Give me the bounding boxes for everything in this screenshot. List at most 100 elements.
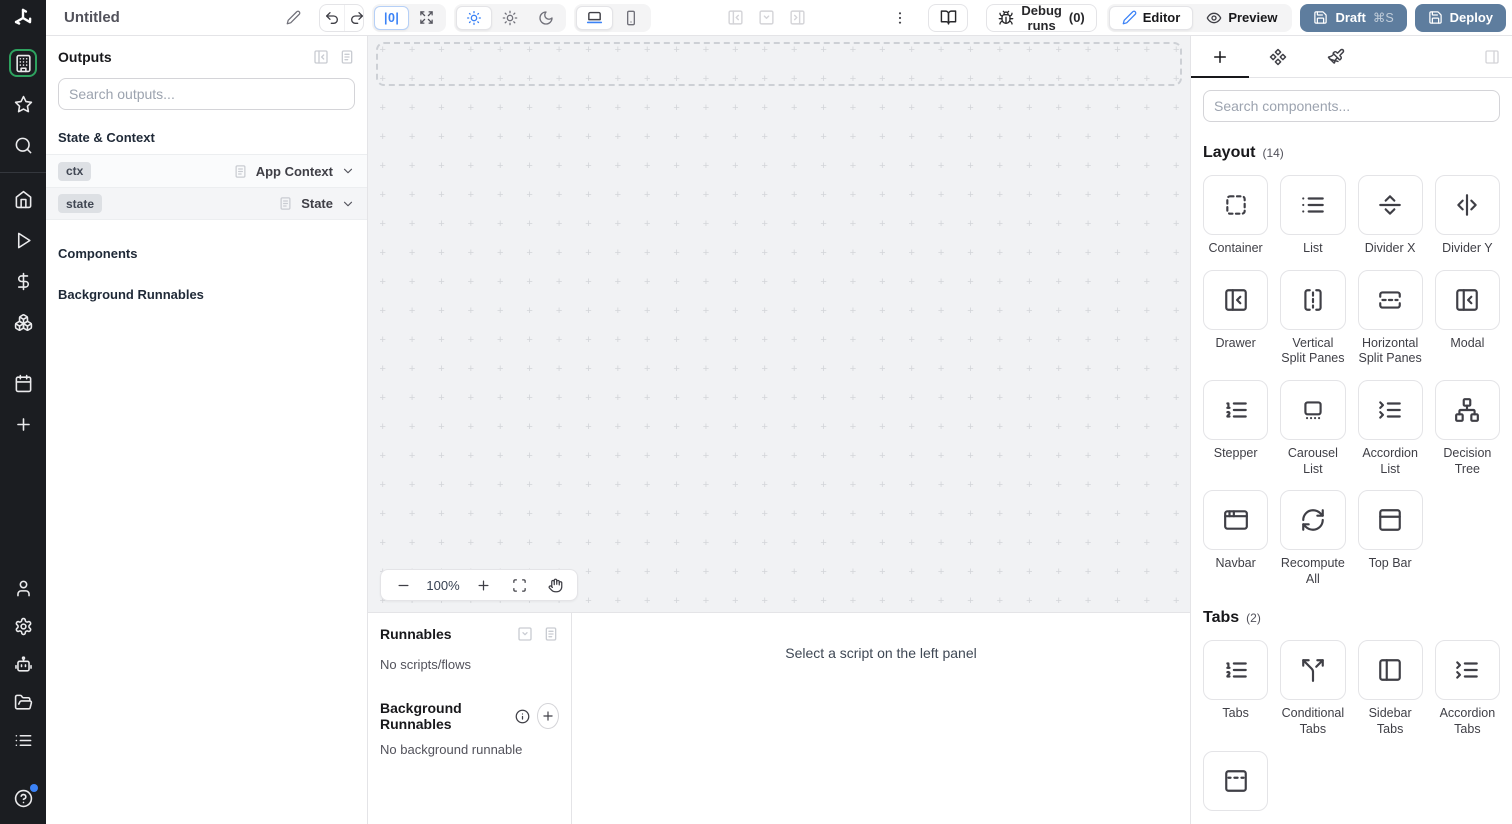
component-card-divider-x[interactable] — [1357, 175, 1423, 235]
theme-light-button[interactable] — [492, 6, 528, 30]
rail-search-button[interactable] — [9, 131, 37, 159]
preview-tab[interactable]: Preview — [1193, 6, 1290, 30]
component-item-navbar: Navbar — [1203, 490, 1269, 572]
editor-preview-group: Editor Preview — [1106, 3, 1293, 32]
app-canvas[interactable]: + + + + + + + + + + + + + + + + + + + + + + + + + + + + + + + + + + + + + + + +… — [368, 36, 1190, 613]
zoom-out-button[interactable] — [385, 574, 421, 597]
rail-account-button[interactable] — [9, 574, 37, 602]
undo-button[interactable] — [320, 5, 344, 31]
components-search-input[interactable] — [1214, 98, 1489, 114]
component-label: Vertical Split Panes — [1281, 335, 1345, 366]
theme-group — [454, 3, 567, 32]
calendar-icon — [14, 374, 33, 393]
component-card-drawer[interactable] — [1203, 269, 1269, 330]
rail-apps-button[interactable] — [9, 49, 37, 77]
tab-styling[interactable] — [1307, 36, 1365, 78]
component-card-accordion-list[interactable] — [1357, 379, 1423, 440]
toggle-bottom-panel-icon[interactable] — [758, 9, 775, 26]
component-label: Navbar — [1215, 556, 1256, 571]
component-item-vertical-split-panes: Vertical Split Panes — [1280, 269, 1346, 367]
help-circle-icon — [14, 789, 33, 808]
component-card-tabs[interactable] — [1203, 640, 1269, 701]
zoom-in-button[interactable] — [465, 574, 501, 597]
desktop-view-button[interactable] — [576, 5, 614, 30]
debug-runs-button[interactable]: Debug runs (0) — [986, 2, 1097, 33]
component-card-navbar[interactable] — [1203, 490, 1269, 551]
docs-button[interactable] — [928, 3, 969, 32]
outputs-search-input[interactable] — [69, 86, 344, 102]
rail-help-button[interactable] — [9, 784, 38, 812]
runnables-doc-icon[interactable] — [543, 626, 559, 642]
component-card-container[interactable] — [1203, 175, 1269, 235]
save-draft-icon — [1313, 10, 1328, 25]
collapse-outputs-icon[interactable] — [313, 49, 329, 65]
mobile-view-button[interactable] — [613, 6, 649, 30]
ctx-chevron-icon[interactable] — [341, 164, 355, 178]
tab-insert[interactable] — [1191, 36, 1249, 78]
component-card-panel-top-dashed[interactable] — [1203, 750, 1269, 811]
component-card-sidebar-tabs[interactable] — [1357, 640, 1423, 701]
component-card-modal[interactable] — [1434, 269, 1500, 330]
component-card-conditional-tabs[interactable] — [1280, 640, 1346, 701]
rail-schedules-button[interactable] — [9, 369, 37, 397]
component-card-stepper[interactable] — [1203, 379, 1269, 440]
component-item-drawer: Drawer — [1203, 269, 1269, 352]
editor-tab[interactable]: Editor — [1108, 5, 1194, 30]
edit-title-button[interactable] — [282, 6, 305, 29]
state-context-rows: ctx App Context state State — [46, 154, 367, 220]
tab-settings[interactable] — [1249, 36, 1307, 78]
boxes-icon — [14, 313, 33, 332]
component-card-carousel-list[interactable] — [1280, 379, 1346, 440]
state-row[interactable]: state State — [46, 187, 367, 220]
toggle-left-panel-icon[interactable] — [727, 9, 744, 26]
rail-settings-button[interactable] — [9, 612, 37, 640]
fixed-width-toggle[interactable]: |0| — [373, 5, 410, 30]
theme-dark-button[interactable] — [528, 6, 564, 30]
component-label: List — [1303, 241, 1323, 255]
collapse-runnables-icon[interactable] — [517, 626, 533, 642]
component-label: Top Bar — [1368, 556, 1412, 571]
debug-runs-label: Debug runs — [1021, 2, 1062, 33]
app-editor: Untitled |0| Debug runs (0) Editor Previ… — [0, 0, 1512, 824]
component-card-vertical-split-panes[interactable] — [1280, 269, 1346, 330]
component-card-decision-tree[interactable] — [1434, 379, 1500, 440]
components-heading: Components — [58, 246, 138, 261]
rail-audit-logs-button[interactable] — [9, 726, 37, 754]
rail-create-button[interactable] — [9, 410, 37, 438]
outputs-doc-icon[interactable] — [339, 49, 355, 65]
windmill-logo[interactable] — [0, 0, 46, 36]
component-card-list[interactable] — [1280, 175, 1346, 235]
draft-button[interactable]: Draft ⌘S — [1300, 3, 1407, 32]
theme-auto-button[interactable] — [456, 5, 493, 30]
building-icon — [14, 54, 33, 73]
rail-runs-button[interactable] — [9, 226, 37, 254]
rail-favorites-button[interactable] — [9, 90, 37, 118]
redo-button[interactable] — [343, 4, 363, 31]
toggle-right-panel-icon[interactable] — [789, 9, 806, 26]
component-card-horizontal-split-panes[interactable] — [1357, 269, 1423, 330]
canvas-dropzone[interactable] — [376, 42, 1182, 86]
rail-workers-button[interactable] — [9, 650, 37, 678]
component-label: Divider X — [1364, 241, 1416, 255]
state-chevron-icon[interactable] — [341, 197, 355, 211]
deploy-button[interactable]: Deploy — [1414, 3, 1506, 32]
rail-variables-button[interactable] — [9, 267, 37, 295]
rail-folders-button[interactable] — [9, 688, 37, 716]
more-menu-button[interactable] — [888, 6, 912, 30]
component-card-recompute-all[interactable] — [1280, 490, 1346, 551]
editor-pencil-icon — [1122, 10, 1137, 25]
rail-resources-button[interactable] — [9, 308, 37, 336]
component-card-top-bar[interactable] — [1357, 490, 1423, 551]
add-background-runnable-button[interactable] — [537, 703, 559, 729]
dollar-icon — [14, 272, 33, 291]
component-card-divider-y[interactable] — [1434, 175, 1500, 235]
plus-icon — [476, 578, 491, 593]
collapse-components-icon[interactable] — [1484, 49, 1500, 65]
component-card-accordion-tabs[interactable] — [1434, 640, 1500, 701]
expand-canvas-button[interactable] — [409, 6, 444, 30]
pan-tool-button[interactable] — [537, 574, 573, 597]
rail-home-button[interactable] — [9, 185, 37, 213]
info-icon[interactable] — [515, 709, 530, 724]
fit-view-button[interactable] — [501, 574, 537, 597]
ctx-row[interactable]: ctx App Context — [46, 154, 367, 187]
